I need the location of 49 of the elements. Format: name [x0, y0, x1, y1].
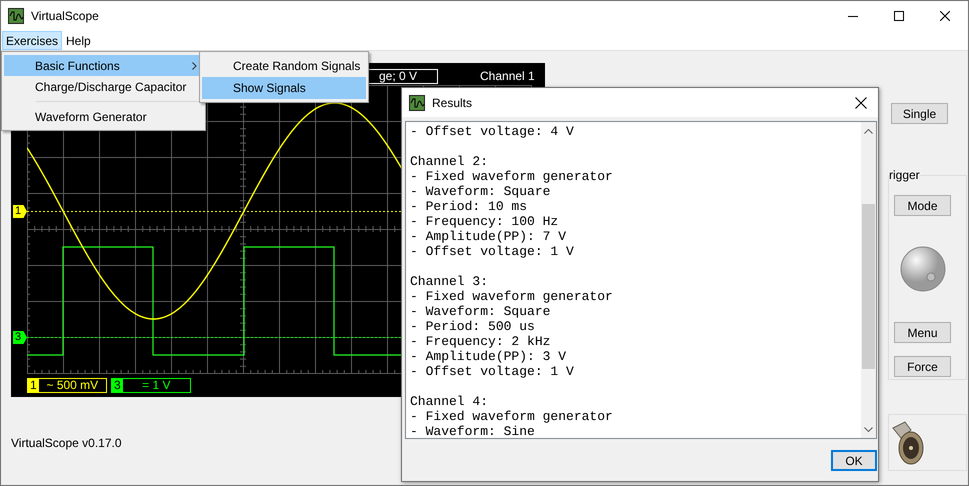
window-title: VirtualScope — [31, 8, 99, 25]
menu-item[interactable]: Show Signals — [202, 77, 366, 99]
menu-button[interactable]: Menu — [894, 322, 951, 343]
result-line: - Frequency: 100 Hz — [410, 214, 560, 229]
chevron-down-icon — [864, 427, 873, 432]
channel-number: 3 — [112, 379, 123, 392]
waveform-icon — [8, 8, 24, 24]
version-label: VirtualScope v0.17.0 — [11, 435, 123, 452]
force-button[interactable]: Force — [894, 356, 951, 377]
result-line: - Frequency: 2 kHz — [410, 334, 552, 349]
channel-heading: Channel 4: — [410, 394, 490, 409]
maximize-icon — [894, 11, 904, 21]
result-line: - Waveform: Sine — [410, 424, 536, 438]
waveform-icon — [409, 94, 425, 110]
result-line: - Waveform: Square — [410, 304, 552, 319]
chevron-right-icon — [192, 62, 197, 70]
close-icon — [855, 96, 867, 108]
result-line: - Fixed waveform generator — [410, 289, 614, 304]
channel-heading: Channel 3: — [410, 274, 490, 289]
channel-scale: = 1 V — [141, 379, 172, 392]
channel-scale: ~ 500 mV — [45, 379, 100, 392]
channel-number: 1 — [28, 379, 39, 392]
result-line: - Fixed waveform generator — [410, 409, 614, 424]
result-line: - Offset voltage: 4 V — [410, 124, 575, 139]
bnc-connector-icon — [891, 420, 925, 466]
result-line: - Period: 10 ms — [410, 199, 528, 214]
result-line: - Amplitude(PP): 3 V — [410, 349, 568, 364]
menu-item[interactable]: Charge/Discharge Capacitor — [4, 76, 203, 97]
result-line: - Waveform: Square — [410, 184, 552, 199]
dialog-title: Results — [432, 94, 472, 112]
trigger-source-label: Channel 1 — [480, 68, 535, 85]
menu-bar-item[interactable]: Help — [62, 31, 95, 50]
result-line: - Offset voltage: 1 V — [410, 364, 575, 379]
mode-button[interactable]: Mode — [894, 195, 951, 216]
result-line: - Amplitude(PP): 7 V — [410, 229, 568, 244]
channel-marker: 1 — [13, 205, 27, 218]
result-line: - Offset voltage: 1 V — [410, 244, 575, 259]
channel-heading: Channel 2: — [410, 154, 490, 169]
group-label: rigger — [889, 168, 920, 182]
menu-item[interactable]: Waveform Generator — [4, 106, 203, 127]
chevron-up-icon — [864, 129, 873, 134]
close-icon — [940, 11, 950, 21]
result-line: - Period: 500 us — [410, 319, 536, 334]
knob-icon — [900, 246, 946, 292]
ok-button[interactable]: OK — [831, 450, 877, 471]
result-line: - Fixed waveform generator — [410, 169, 614, 184]
single-button[interactable]: Single — [891, 103, 948, 124]
channel-marker: 3 — [13, 331, 27, 344]
menu-bar-item[interactable]: Exercises — [2, 31, 62, 50]
